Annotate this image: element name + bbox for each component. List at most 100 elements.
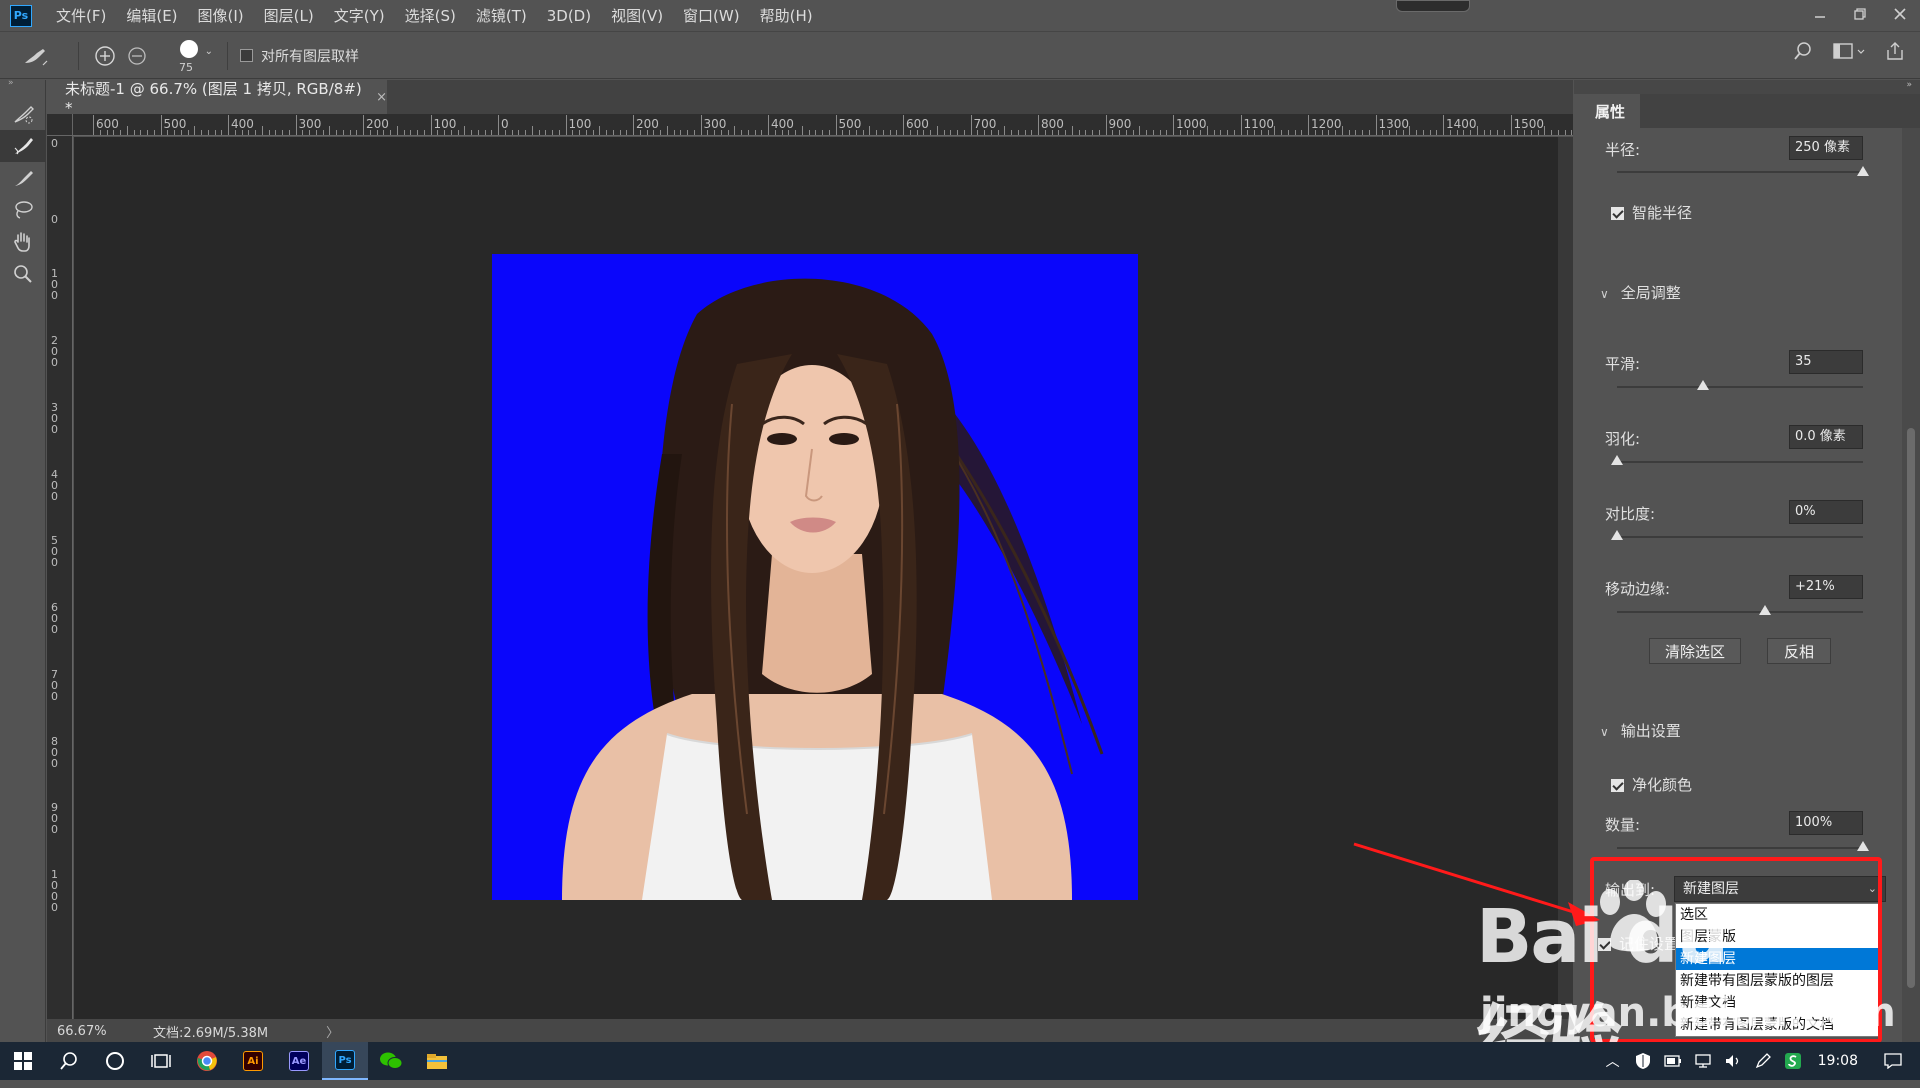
amount-input[interactable]: 100% [1789, 811, 1863, 835]
tray-expand-icon[interactable]: ︿ [1598, 1042, 1628, 1080]
radius-slider-thumb[interactable] [1857, 166, 1869, 176]
amount-slider-thumb[interactable] [1857, 841, 1869, 851]
menu-file[interactable]: 文件(F) [46, 0, 116, 32]
close-tab-icon[interactable]: × [376, 90, 387, 105]
shift-edge-input[interactable]: +21% [1789, 575, 1863, 599]
smooth-slider-thumb[interactable] [1697, 380, 1710, 390]
radius-label: 半径: [1605, 141, 1641, 159]
menu-layer[interactable]: 图层(L) [254, 0, 324, 32]
battery-icon[interactable] [1658, 1042, 1688, 1080]
pen-icon[interactable] [1748, 1042, 1778, 1080]
amount-slider[interactable] [1617, 847, 1863, 849]
menu-view[interactable]: 视图(V) [601, 0, 673, 32]
start-button[interactable] [0, 1042, 46, 1080]
zoom-level[interactable]: 66.67% [47, 1024, 143, 1039]
panel-collapse-icon[interactable]: » [0, 79, 45, 90]
decontaminate-checkbox[interactable] [1611, 779, 1624, 792]
wechat-app-icon[interactable] [368, 1042, 414, 1080]
menu-image[interactable]: 图像(I) [188, 0, 254, 32]
panel-expand-icon[interactable]: » [1906, 80, 1912, 90]
vertical-ruler[interactable]: 0 0 100 200 300 400 500 600 700 800 900 1000 [47, 136, 73, 1019]
brush-tool-icon[interactable] [0, 162, 46, 194]
illustrator-app[interactable]: Ai [230, 1042, 276, 1080]
refine-brush-tool-icon[interactable] [14, 40, 58, 72]
ruler-label: 500 [51, 534, 58, 569]
feather-slider[interactable] [1617, 461, 1863, 463]
quick-selection-tool-icon[interactable] [0, 98, 46, 130]
workspace-icon[interactable] [1832, 40, 1866, 66]
menu-filter[interactable]: 滤镜(T) [466, 0, 537, 32]
panel-scrollbar-thumb[interactable] [1907, 428, 1915, 988]
minimize-icon[interactable] [1800, 0, 1840, 28]
smooth-input[interactable]: 35 [1789, 350, 1863, 374]
shift-edge-slider-thumb[interactable] [1758, 605, 1771, 615]
search-icon[interactable] [46, 1042, 92, 1080]
panel-scrollbar[interactable] [1902, 128, 1920, 1048]
document-tab[interactable]: 未标题-1 @ 66.7% (图层 1 拷贝, RGB/8#) * × [47, 80, 387, 117]
menu-select[interactable]: 选择(S) [395, 0, 466, 32]
sample-all-layers-checkbox[interactable] [240, 49, 253, 62]
smart-radius-option[interactable]: 智能半径 [1611, 202, 1692, 223]
ruler-minor-tick [322, 130, 324, 135]
menu-edit[interactable]: 编辑(E) [116, 0, 187, 32]
after-effects-app[interactable]: Ae [276, 1042, 322, 1080]
ruler-minor-tick [828, 130, 830, 135]
ruler-minor-tick [531, 126, 533, 135]
options-right-icons [1792, 40, 1906, 66]
ruler-label: 800 [51, 735, 58, 770]
ruler-tick [1443, 115, 1444, 135]
ruler-minor-tick [255, 130, 256, 135]
file-explorer-app-icon[interactable] [414, 1042, 460, 1080]
ruler-minor-tick [471, 130, 472, 135]
smooth-slider[interactable] [1617, 386, 1863, 388]
input-method-icon[interactable] [1778, 1042, 1808, 1080]
clear-selection-button[interactable]: 清除选区 [1649, 638, 1741, 664]
clock-time[interactable]: 19:08 [1808, 1053, 1878, 1069]
ruler-minor-tick [1341, 126, 1343, 135]
contrast-slider[interactable] [1617, 536, 1863, 538]
output-settings-section[interactable]: ∨ 输出设置 [1600, 720, 1681, 741]
lasso-tool-icon[interactable] [0, 194, 46, 226]
canvas-photo[interactable] [492, 254, 1138, 900]
shift-edge-slider[interactable] [1617, 611, 1863, 613]
restore-icon[interactable] [1840, 0, 1880, 28]
menu-help[interactable]: 帮助(H) [750, 0, 823, 32]
add-mode-icon[interactable] [89, 40, 121, 72]
horizontal-ruler[interactable]: 600 500 400 300 200 100 0 100 200 300 400 500 600 700… [73, 114, 1573, 136]
menu-type[interactable]: 文字(Y) [324, 0, 395, 32]
hand-tool-icon[interactable] [0, 226, 46, 258]
ruler-label: 100 [568, 117, 592, 131]
menu-window[interactable]: 窗口(W) [673, 0, 750, 32]
security-shield-icon[interactable] [1628, 1042, 1658, 1080]
subtract-mode-icon[interactable] [121, 40, 153, 72]
ruler-tick [228, 115, 229, 135]
search-icon[interactable] [1792, 40, 1814, 66]
refine-edge-brush-tool-icon[interactable] [0, 130, 46, 162]
ruler-minor-tick [214, 130, 216, 135]
global-adjust-section[interactable]: ∨ 全局调整 [1600, 282, 1681, 303]
photoshop-app[interactable]: Ps [322, 1042, 368, 1080]
feather-input[interactable]: 0.0 像素 [1789, 425, 1863, 449]
network-icon[interactable] [1688, 1042, 1718, 1080]
radius-slider[interactable] [1617, 171, 1863, 173]
contrast-slider-thumb[interactable] [1611, 530, 1623, 540]
radius-input[interactable]: 250 像素 [1789, 136, 1863, 160]
notifications-icon[interactable] [1878, 1042, 1908, 1080]
decontaminate-option[interactable]: 净化颜色 [1611, 774, 1692, 795]
share-icon[interactable] [1884, 40, 1906, 66]
ruler-minor-tick [963, 130, 965, 135]
smart-radius-checkbox[interactable] [1611, 207, 1624, 220]
brush-picker[interactable]: 75 ⌄ [163, 36, 215, 76]
task-view-icon[interactable] [138, 1042, 184, 1080]
volume-icon[interactable] [1718, 1042, 1748, 1080]
cortana-icon[interactable] [92, 1042, 138, 1080]
tab-properties[interactable]: 属性 [1580, 94, 1640, 128]
feather-slider-thumb[interactable] [1611, 455, 1623, 465]
contrast-input[interactable]: 0% [1789, 500, 1863, 524]
status-menu-icon[interactable]: 〉 [326, 1022, 339, 1041]
chrome-app-icon[interactable] [184, 1042, 230, 1080]
close-icon[interactable] [1880, 0, 1920, 28]
invert-button[interactable]: 反相 [1767, 638, 1831, 664]
menu-3d[interactable]: 3D(D) [537, 0, 601, 32]
zoom-tool-icon[interactable] [0, 258, 46, 290]
